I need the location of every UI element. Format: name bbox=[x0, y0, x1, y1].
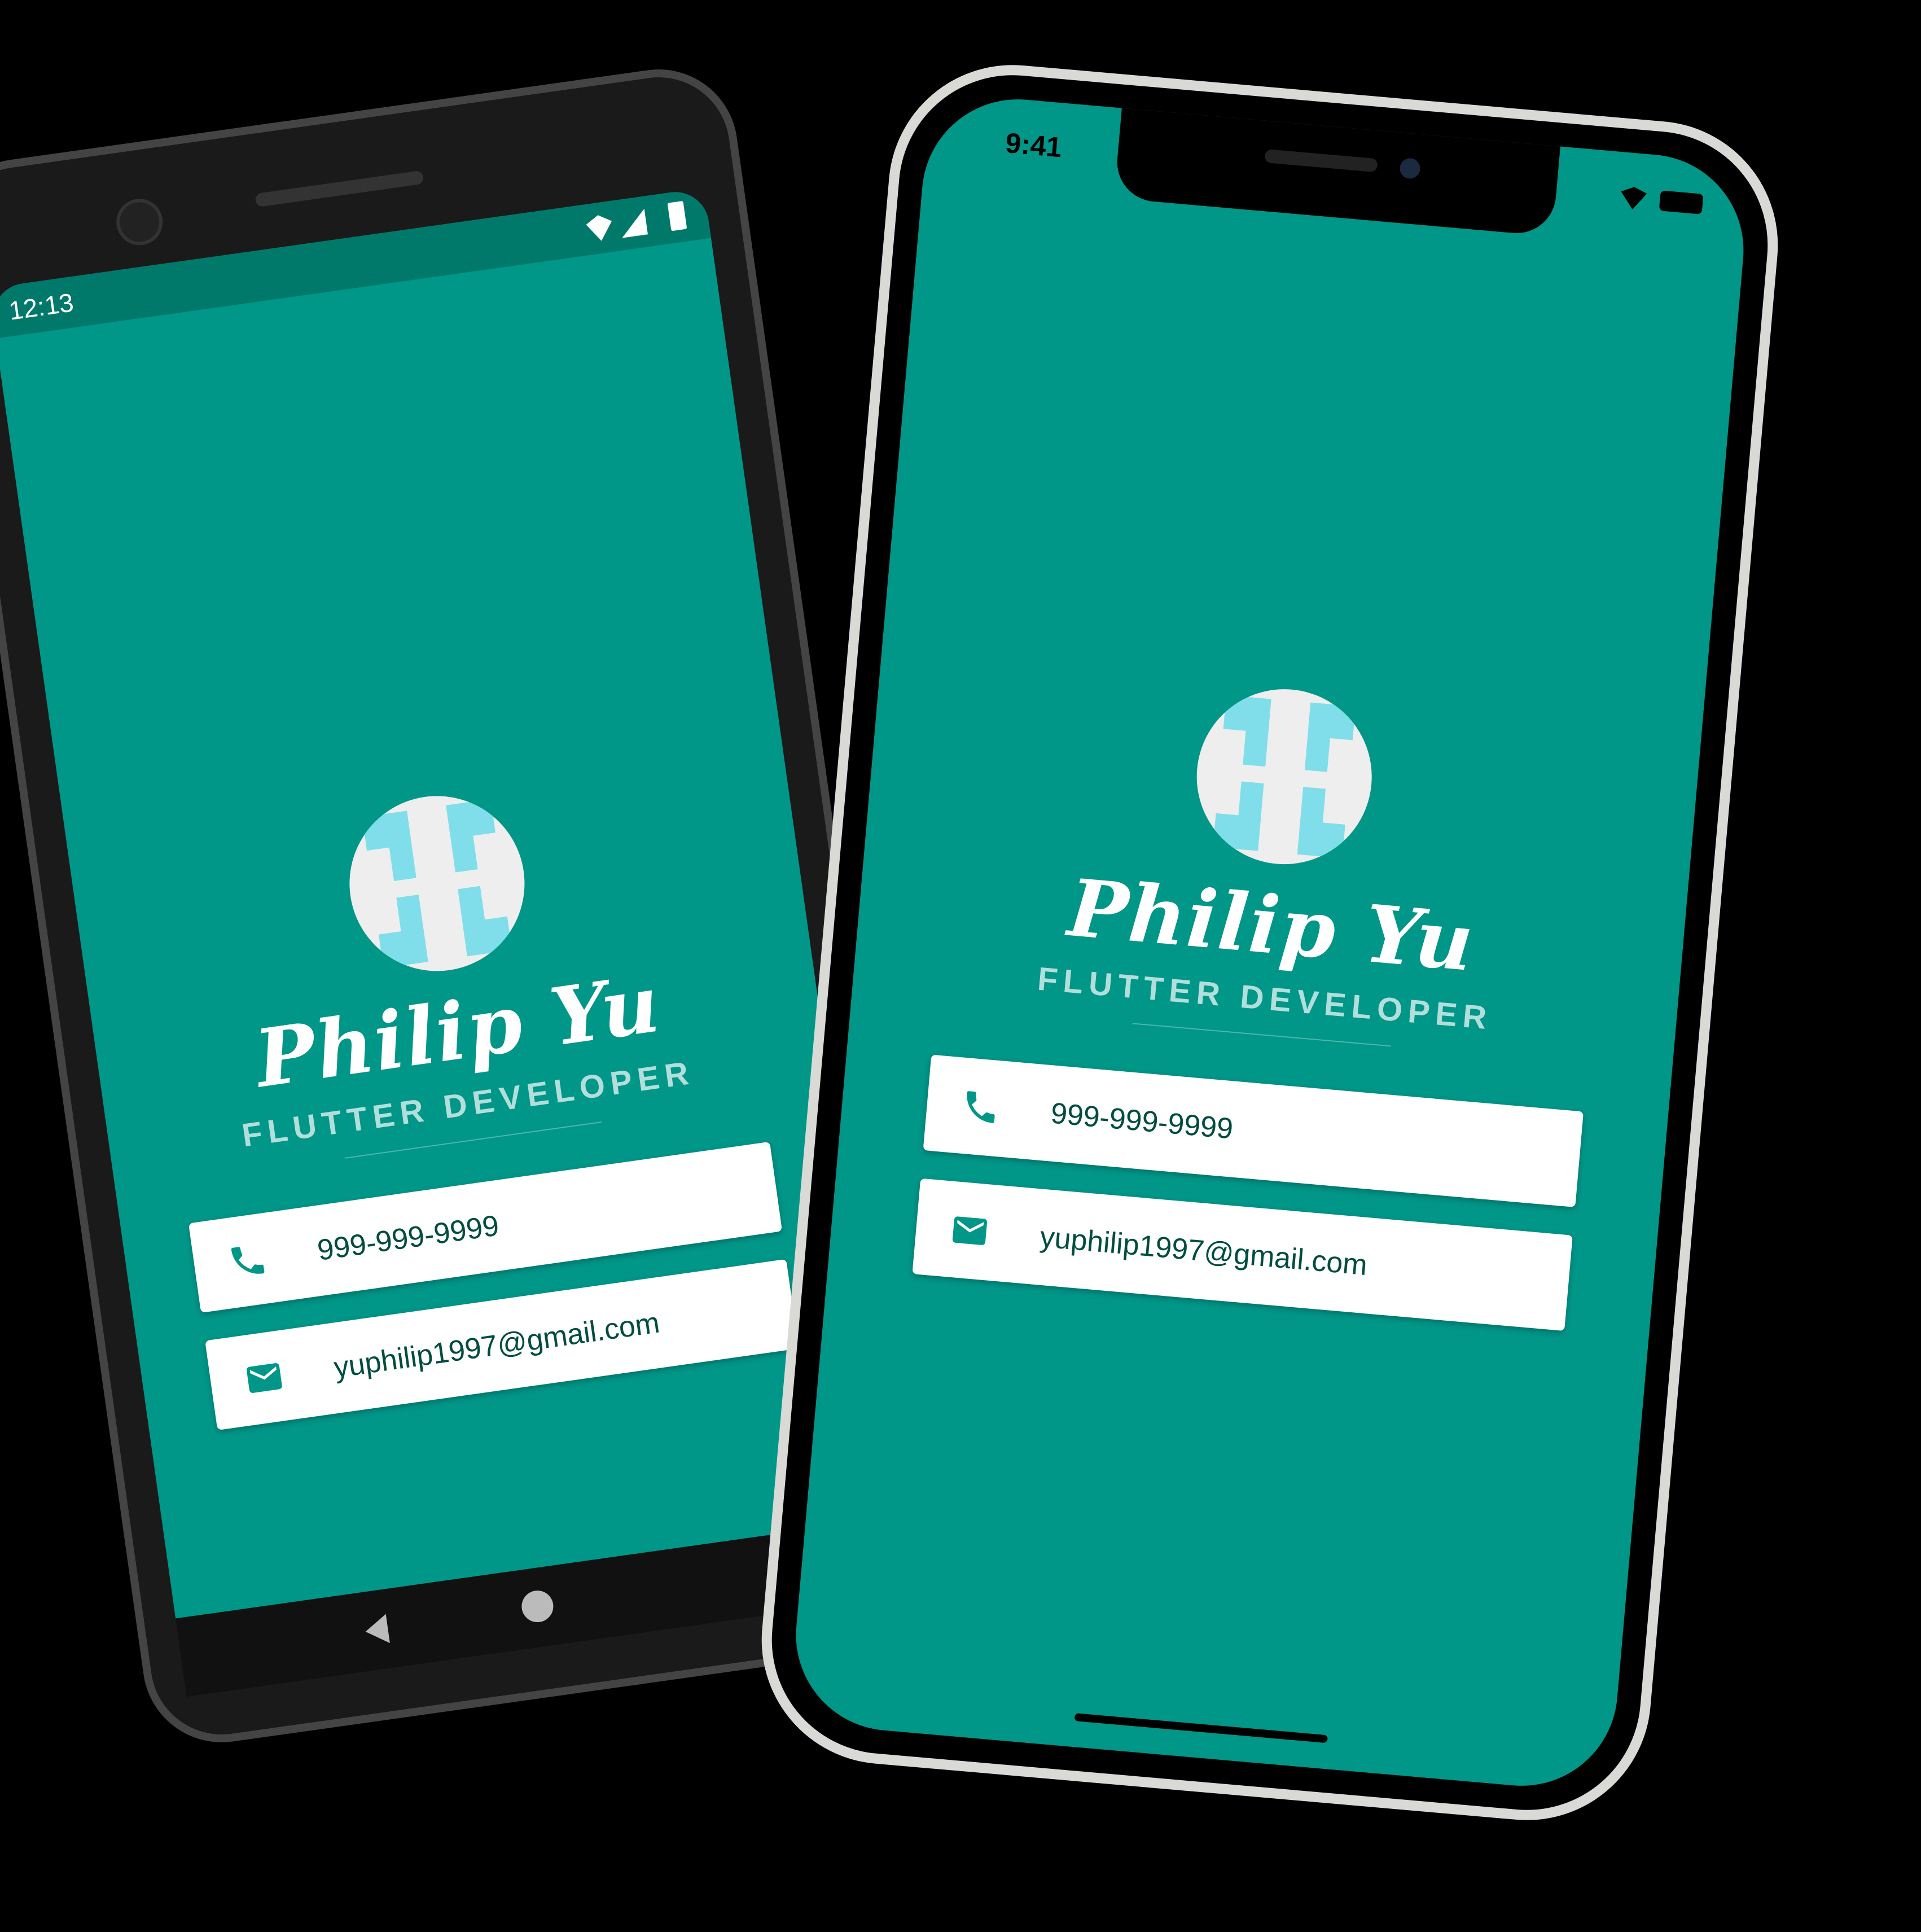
mail-icon bbox=[247, 1363, 282, 1393]
iphone-profile-name: Philip Yu bbox=[1064, 862, 1478, 990]
android-status-time: 12:13 bbox=[7, 287, 76, 326]
phone-icon bbox=[967, 1091, 995, 1123]
iphone-phone-number: 999-999-9999 bbox=[1049, 1097, 1235, 1146]
iphone-home-indicator[interactable] bbox=[1074, 1713, 1328, 1743]
iphone-speaker bbox=[1264, 148, 1378, 173]
avatar-pattern-icon bbox=[1213, 695, 1356, 858]
iphone-camera bbox=[1398, 157, 1421, 179]
android-phone-number: 999-999-9999 bbox=[315, 1209, 501, 1267]
avatar-pattern-icon bbox=[362, 799, 512, 969]
iphone-avatar bbox=[1189, 682, 1379, 872]
iphone-screen: 9:41 Philip Yu FLUTTER DEVELOPER 999-999… bbox=[788, 91, 1752, 1794]
iphone-email-card[interactable]: yuphilip1997@gmail.com bbox=[912, 1178, 1573, 1331]
back-icon[interactable] bbox=[363, 1614, 390, 1646]
android-wifi-icon bbox=[585, 213, 615, 243]
iphone-phone-card[interactable]: 999-999-9999 bbox=[923, 1054, 1584, 1207]
iphone: 9:41 Philip Yu FLUTTER DEVELOPER 999-999… bbox=[751, 54, 1788, 1831]
home-icon[interactable] bbox=[519, 1588, 556, 1624]
iphone-wifi-icon bbox=[1620, 186, 1647, 211]
phone-icon bbox=[231, 1247, 265, 1274]
android-profile-header: Philip Yu FLUTTER DEVELOPER bbox=[67, 747, 831, 1191]
mail-icon bbox=[952, 1216, 988, 1245]
iphone-battery-icon bbox=[1659, 190, 1704, 214]
iphone-divider bbox=[1132, 1023, 1391, 1047]
android-battery-icon bbox=[667, 200, 687, 231]
iphone-status-time: 9:41 bbox=[1004, 126, 1063, 164]
android-email-address: yuphilip1997@gmail.com bbox=[332, 1306, 662, 1385]
android-avatar bbox=[338, 785, 536, 983]
android-signal-icon bbox=[619, 208, 648, 238]
iphone-email-address: yuphilip1997@gmail.com bbox=[1038, 1220, 1369, 1282]
iphone-profile-header: Philip Yu FLUTTER DEVELOPER bbox=[851, 654, 1702, 1071]
